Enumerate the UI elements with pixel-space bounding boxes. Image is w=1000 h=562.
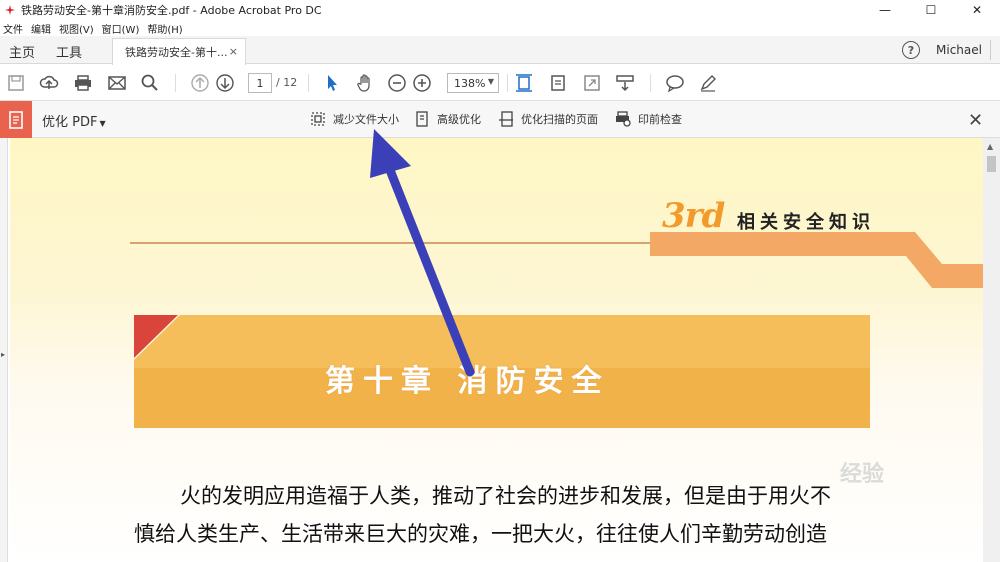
zoom-out-icon[interactable]: [387, 73, 407, 93]
body-text-line: 火的发明应用造福于人类，推动了社会的进步和发展，但是由于用火不: [180, 484, 831, 508]
toolbar-divider: [308, 74, 309, 92]
search-icon[interactable]: [140, 73, 160, 93]
page-total: / 12: [276, 76, 298, 89]
chapter-badge-subtitle: 相关安全知识: [737, 212, 875, 233]
advanced-optimization-button[interactable]: 高级优化: [413, 110, 481, 128]
optimize-scanned-pages-button[interactable]: 优化扫描的页面: [497, 110, 598, 128]
toolbar-divider: [507, 74, 508, 92]
chapter-badge: 3rd: [662, 196, 725, 236]
document-viewer[interactable]: ▸ 3rd 相关安全知识 第十章 消防安全 火的发明应用造福于人类，推动了社会的…: [0, 138, 1000, 562]
help-icon[interactable]: ?: [902, 41, 920, 59]
menu-bar: 文件 编辑 视图(V) 窗口(W) 帮助(H): [0, 20, 1000, 36]
close-optimize-icon[interactable]: ✕: [968, 110, 983, 131]
close-window-button[interactable]: ✕: [954, 0, 1000, 20]
optimize-pdf-icon: [0, 101, 32, 138]
title-bar: 铁路劳动安全-第十章消防安全.pdf - Adobe Acrobat Pro D…: [0, 0, 1000, 20]
left-panel-toggle[interactable]: ▸: [0, 138, 8, 562]
select-cursor-icon[interactable]: [322, 73, 342, 93]
menu-edit[interactable]: 编辑: [28, 21, 56, 36]
chevron-down-icon: ▼: [99, 119, 106, 128]
scan-page-icon: [499, 111, 513, 127]
tab-tools[interactable]: 工具: [56, 42, 82, 61]
reduce-file-size-button[interactable]: 减少文件大小: [309, 110, 399, 128]
expand-arrow-icon: ▸: [1, 350, 6, 359]
document-tab-label: 铁路劳动安全-第十...: [125, 46, 228, 59]
full-screen-icon[interactable]: [582, 73, 602, 93]
zoom-level-value: 138%: [454, 76, 486, 90]
scroll-up-icon[interactable]: ▲: [987, 142, 993, 151]
save-icon[interactable]: [6, 73, 26, 93]
header-rule: [130, 242, 650, 244]
menu-window[interactable]: 窗口(W): [99, 21, 145, 36]
toolbar-divider: [175, 74, 176, 92]
divider: [990, 40, 1000, 60]
email-icon[interactable]: [107, 73, 127, 93]
optimize-pdf-dropdown[interactable]: 优化 PDF ▼: [42, 111, 106, 130]
preflight-label: 印前检查: [638, 113, 682, 126]
reduce-file-size-label: 减少文件大小: [333, 113, 399, 126]
zoom-level-select[interactable]: 138% ▼: [447, 73, 499, 93]
watermark: 经验: [840, 462, 885, 487]
pdf-page: 3rd 相关安全知识 第十章 消防安全 火的发明应用造福于人类，推动了社会的进步…: [10, 138, 983, 562]
user-name[interactable]: Michael: [936, 43, 982, 57]
scrollbar-thumb[interactable]: [987, 156, 996, 172]
preflight-button[interactable]: 印前检查: [614, 110, 682, 128]
advanced-optimize-icon: [416, 111, 428, 127]
next-page-icon[interactable]: [215, 73, 235, 93]
print-icon[interactable]: [73, 73, 93, 93]
optimize-scanned-pages-label: 优化扫描的页面: [521, 113, 598, 126]
maximize-button[interactable]: ☐: [908, 0, 954, 20]
minimize-button[interactable]: —: [862, 0, 908, 20]
tab-home[interactable]: 主页: [9, 42, 35, 61]
menu-view[interactable]: 视图(V): [56, 21, 99, 36]
vertical-scrollbar[interactable]: ▲: [983, 138, 1000, 562]
hand-tool-icon[interactable]: [355, 73, 375, 93]
chapter-title: 第十章 消防安全: [325, 364, 610, 399]
main-toolbar: 1 / 12 138% ▼: [0, 65, 1000, 101]
tab-document[interactable]: 铁路劳动安全-第十... ×: [112, 38, 246, 65]
comment-icon[interactable]: [665, 73, 685, 93]
page-number-input[interactable]: 1: [248, 73, 272, 93]
fit-page-icon[interactable]: [514, 73, 534, 93]
highlight-pen-icon[interactable]: [698, 73, 718, 93]
page-view-icon[interactable]: [548, 73, 568, 93]
tab-row: 主页 工具 铁路劳动安全-第十... × ? Michael: [0, 36, 1000, 65]
preflight-print-icon: [616, 111, 631, 127]
menu-help[interactable]: 帮助(H): [144, 21, 187, 36]
zoom-in-icon[interactable]: [412, 73, 432, 93]
advanced-optimization-label: 高级优化: [437, 113, 481, 126]
window-title: 铁路劳动安全-第十章消防安全.pdf - Adobe Acrobat Pro D…: [21, 4, 322, 17]
reduce-size-icon: [311, 112, 325, 126]
previous-page-icon[interactable]: [190, 73, 210, 93]
optimize-pdf-bar: 优化 PDF ▼ 减少文件大小 高级优化 优化扫描的页面 印前检查 ✕: [0, 101, 1000, 138]
acrobat-icon: [3, 3, 17, 17]
upload-cloud-icon[interactable]: [39, 73, 59, 93]
toolbar-divider: [650, 74, 651, 92]
body-text-line: 慎给人类生产、生活带来巨大的灾难，一把大火，往往使人们辛勤劳动创造: [134, 522, 827, 546]
close-tab-icon[interactable]: ×: [229, 45, 238, 58]
optimize-pdf-title: 优化 PDF: [42, 115, 98, 130]
chevron-down-icon: ▼: [487, 77, 494, 86]
scroll-mode-icon[interactable]: [615, 73, 635, 93]
menu-file[interactable]: 文件: [0, 21, 28, 36]
